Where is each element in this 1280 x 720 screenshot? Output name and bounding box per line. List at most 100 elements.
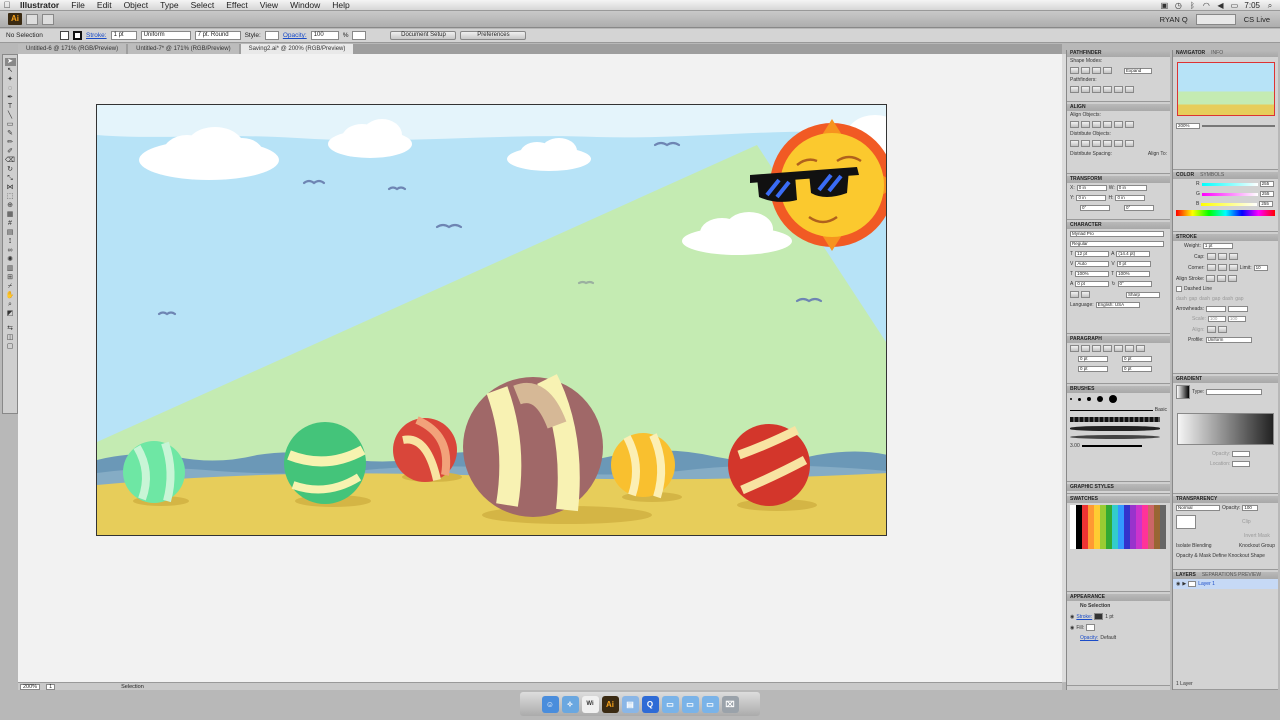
menu-effect[interactable]: Effect	[220, 0, 254, 11]
pathfinder-panel-header[interactable]: PATHFINDER	[1067, 50, 1170, 57]
anti-aliasing-field[interactable]: Sharp	[1126, 291, 1160, 298]
font-style-field[interactable]: Regular	[1070, 241, 1164, 247]
language-field[interactable]: English: USA	[1095, 302, 1140, 308]
brush-dot-2[interactable]	[1078, 397, 1081, 401]
brush-dot-3[interactable]	[1087, 397, 1091, 401]
transform-w-field[interactable]: 0 in	[1116, 185, 1147, 191]
horizontal-scale-field[interactable]: 100%	[1116, 271, 1151, 277]
menu-app-name[interactable]: Illustrator	[14, 0, 65, 11]
tab-untitled-6[interactable]: Untitled-6 @ 171% (RGB/Preview)	[18, 44, 127, 54]
expand-button[interactable]: Expand	[1124, 67, 1152, 74]
knockout-group-checkbox[interactable]: Knockout Group	[1239, 543, 1275, 549]
thumbnail-object[interactable]	[1176, 515, 1196, 529]
stroke-label-link[interactable]: Stroke:	[86, 32, 107, 39]
time-machine-icon[interactable]: ◷	[1174, 1, 1182, 9]
menu-file[interactable]: File	[65, 0, 91, 11]
gradient-preview-swatch[interactable]	[1176, 385, 1190, 399]
shape-builder-tool-icon[interactable]: ⊕	[5, 202, 16, 210]
invert-mask-checkbox-label[interactable]: Invert Mask	[1244, 533, 1270, 539]
first-line-indent-field[interactable]: 0 pt	[1078, 366, 1108, 372]
start-arrowhead-field[interactable]	[1206, 306, 1227, 312]
wifi-icon[interactable]: ◠	[1202, 1, 1210, 9]
eraser-tool-icon[interactable]: ⌫	[5, 157, 16, 165]
exclude-icon[interactable]	[1103, 67, 1112, 74]
align-top-icon[interactable]	[1103, 121, 1112, 128]
layers-panel-header[interactable]: LAYERS SEPARATIONS PREVIEW	[1173, 572, 1278, 579]
color-b-slider[interactable]	[1201, 202, 1258, 206]
butt-cap-icon[interactable]	[1206, 253, 1216, 260]
gradient-location-field[interactable]	[1232, 461, 1251, 467]
recolor-icon[interactable]	[352, 31, 367, 40]
spotlight-icon[interactable]: ⌕	[1266, 1, 1274, 9]
arrow-align-extend-icon[interactable]	[1206, 326, 1216, 333]
divide-icon[interactable]	[1070, 86, 1079, 93]
fill-stroke-icon[interactable]: ◩	[5, 310, 16, 324]
unite-icon[interactable]	[1070, 67, 1079, 74]
dashed-line-checkbox[interactable]	[1176, 286, 1182, 292]
layer-expand-triangle-icon[interactable]: ▶	[1182, 581, 1186, 587]
opacity-label-link[interactable]: Opacity:	[283, 32, 307, 39]
arrow-scale-end[interactable]: 100	[1227, 316, 1246, 322]
color-panel-header[interactable]: COLOR SYMBOLS	[1173, 172, 1278, 179]
menu-select[interactable]: Select	[185, 0, 221, 11]
end-arrowhead-field[interactable]	[1228, 306, 1249, 312]
distribute-right-icon[interactable]	[1125, 140, 1134, 147]
direct-selection-tool-icon[interactable]: ↖	[5, 67, 16, 75]
fill-swatch[interactable]	[60, 31, 69, 40]
underline-icon[interactable]	[1070, 291, 1079, 298]
tapered-brush-stroke[interactable]	[1070, 435, 1160, 439]
transform-y-field[interactable]: 0 in	[1076, 195, 1107, 201]
minus-front-icon[interactable]	[1081, 67, 1090, 74]
folder-icon[interactable]: ▭	[701, 696, 719, 713]
preferences-button[interactable]: Preferences	[460, 31, 527, 40]
charcoal-brush-stroke[interactable]	[1070, 417, 1160, 422]
safari-icon[interactable]: ✧	[561, 696, 579, 713]
char-rotation-field[interactable]: 0°	[1117, 281, 1152, 287]
rotate-tool-icon[interactable]: ↻	[5, 166, 16, 174]
search-help-input[interactable]	[1195, 13, 1236, 25]
gradient-opacity-field[interactable]	[1232, 451, 1251, 457]
navigator-thumbnail[interactable]	[1177, 62, 1275, 116]
scale-tool-icon[interactable]: ⤡	[5, 175, 16, 183]
appearance-opacity-link[interactable]: Opacity:	[1070, 635, 1098, 641]
justify-left-icon[interactable]	[1103, 345, 1112, 352]
tab-separations-preview[interactable]: SEPARATIONS PREVIEW	[1202, 572, 1261, 579]
artboard[interactable]	[96, 104, 887, 536]
quicktime-icon[interactable]: Q	[641, 696, 659, 713]
eye-icon[interactable]: ◉	[1070, 625, 1074, 631]
layer-row[interactable]: ◉ ▶ Layer 1	[1173, 579, 1278, 589]
distribute-top-icon[interactable]	[1070, 140, 1079, 147]
brush-dot-5[interactable]	[1109, 395, 1117, 403]
tab-untitled-7[interactable]: Untitled-7* @ 171% (RGB/Preview)	[128, 44, 239, 54]
current-tool-status[interactable]: Selection	[121, 684, 144, 690]
brush-size-stroke[interactable]	[1081, 445, 1142, 447]
color-b-field[interactable]: 255	[1259, 201, 1274, 207]
graphic-styles-panel-header[interactable]: GRAPHIC STYLES	[1067, 484, 1170, 491]
align-stroke-center-icon[interactable]	[1206, 275, 1216, 282]
volume-icon[interactable]: ◀	[1216, 1, 1224, 9]
brush-dot-4[interactable]	[1097, 396, 1103, 402]
transform-rotate-field[interactable]: 0°	[1080, 205, 1110, 211]
beach-illustration[interactable]	[97, 105, 887, 536]
trash-icon[interactable]: ⌧	[721, 696, 739, 713]
paragraph-panel-header[interactable]: PARAGRAPH	[1067, 336, 1170, 343]
miter-join-icon[interactable]	[1206, 264, 1216, 271]
round-cap-icon[interactable]	[1217, 253, 1227, 260]
outline-icon[interactable]	[1114, 86, 1123, 93]
layer-1-name[interactable]: Layer 1	[1198, 581, 1215, 587]
justify-all-icon[interactable]	[1136, 345, 1145, 352]
wifi-icon[interactable]: Wi	[581, 696, 599, 713]
symbol-sprayer-tool-icon[interactable]: ✺	[5, 256, 16, 264]
color-g-slider[interactable]	[1201, 192, 1258, 196]
character-panel-header[interactable]: CHARACTER	[1067, 222, 1170, 229]
pencil-tool-icon[interactable]: ✏	[5, 139, 16, 147]
stroke-limit-field[interactable]: 10	[1253, 264, 1268, 271]
stroke-weight-field[interactable]: 1 pt	[110, 31, 137, 40]
align-center-text-icon[interactable]	[1081, 345, 1090, 352]
swatch-grid[interactable]	[1070, 505, 1166, 549]
opacity-field[interactable]: 100	[310, 31, 339, 40]
finder-icon[interactable]: ☺	[541, 696, 559, 713]
folder-icon[interactable]: ▭	[681, 696, 699, 713]
ink-brush-stroke[interactable]	[1070, 426, 1160, 431]
left-indent-field[interactable]: 0 pt	[1078, 356, 1108, 362]
